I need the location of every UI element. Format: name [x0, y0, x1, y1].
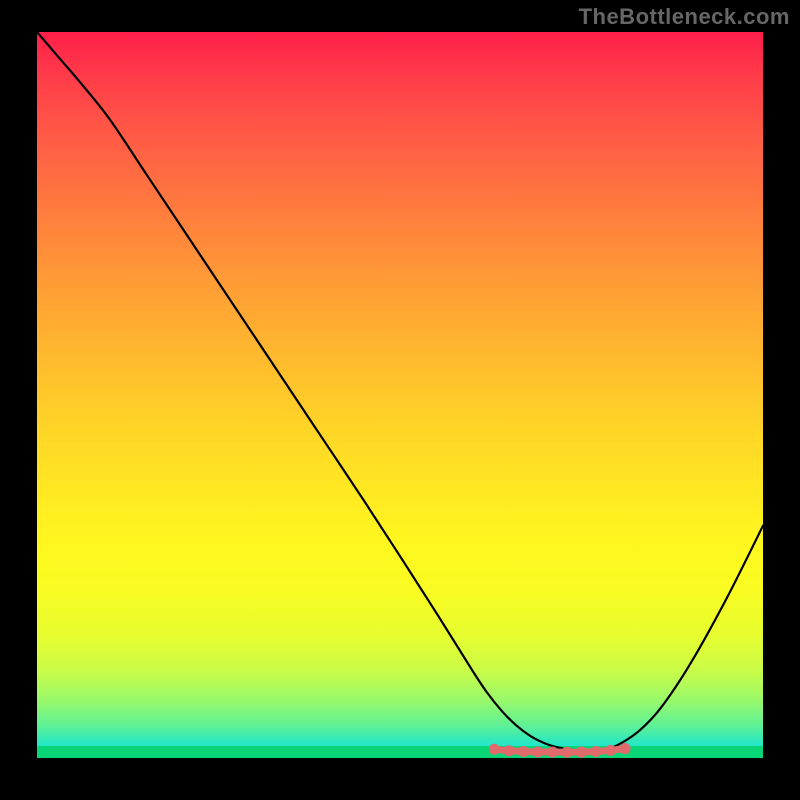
bottleneck-curve-line: [37, 32, 763, 751]
gradient-bottom-band: [37, 746, 763, 758]
watermark-text: TheBottleneck.com: [579, 4, 790, 30]
chart-frame: TheBottleneck.com: [0, 0, 800, 800]
chart-svg-overlay: [37, 32, 763, 758]
plot-area: [37, 32, 763, 758]
